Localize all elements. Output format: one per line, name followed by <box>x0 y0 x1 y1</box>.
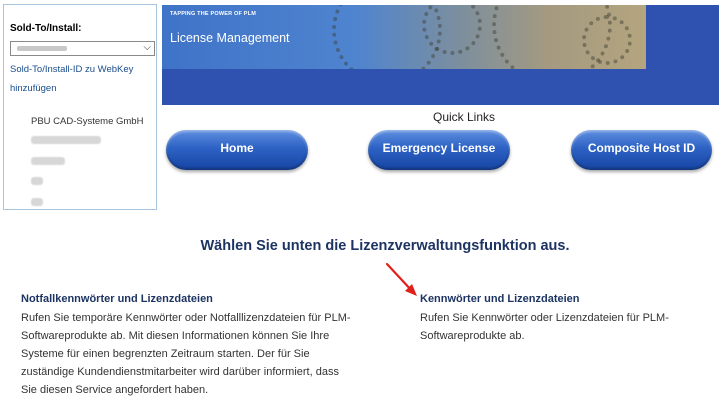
emergency-license-button[interactable]: Emergency License <box>368 130 510 170</box>
gear-decoration <box>582 15 632 65</box>
emergency-section-title[interactable]: Notfallkennwörter und Lizenzdateien <box>21 293 213 305</box>
passwords-section-title[interactable]: Kennwörter und Lizenzdateien <box>420 293 580 305</box>
header-banner: TAPPING THE POWER OF PLM License Managem… <box>162 5 719 105</box>
home-button[interactable]: Home <box>166 130 308 170</box>
sold-to-label: Sold-To/Install: <box>10 23 82 34</box>
sold-to-selected-value-redacted <box>17 46 67 51</box>
red-arrow-icon <box>385 262 417 296</box>
quick-links-title: Quick Links <box>433 110 496 124</box>
banner-tagline: TAPPING THE POWER OF PLM <box>170 11 256 17</box>
banner-image: TAPPING THE POWER OF PLM License Managem… <box>162 5 646 69</box>
company-name: PBU CAD-Systeme GmbH <box>31 116 144 127</box>
redacted-address-line <box>31 157 65 165</box>
chevron-down-icon: ⌵ <box>143 42 151 53</box>
composite-host-id-button[interactable]: Composite Host ID <box>571 130 712 170</box>
sold-to-select[interactable]: ⌵ <box>10 41 155 56</box>
banner-title: License Management <box>170 31 290 45</box>
redacted-address-line <box>31 198 43 206</box>
sold-to-panel: Sold-To/Install: ⌵ Sold-To/Install-ID zu… <box>3 4 157 210</box>
passwords-section-description: Rufen Sie Kennwörter oder Lizenzdateien … <box>420 312 669 342</box>
emergency-section-description: Rufen Sie temporäre Kennwörter oder Notf… <box>21 312 351 396</box>
redacted-address-line <box>31 177 43 185</box>
redacted-address-line <box>31 136 101 144</box>
page-headline: Wählen Sie unten die Lizenzverwaltungsfu… <box>200 238 570 254</box>
add-sold-to-link[interactable]: Sold-To/Install-ID zu WebKey hinzufügen <box>10 60 156 98</box>
